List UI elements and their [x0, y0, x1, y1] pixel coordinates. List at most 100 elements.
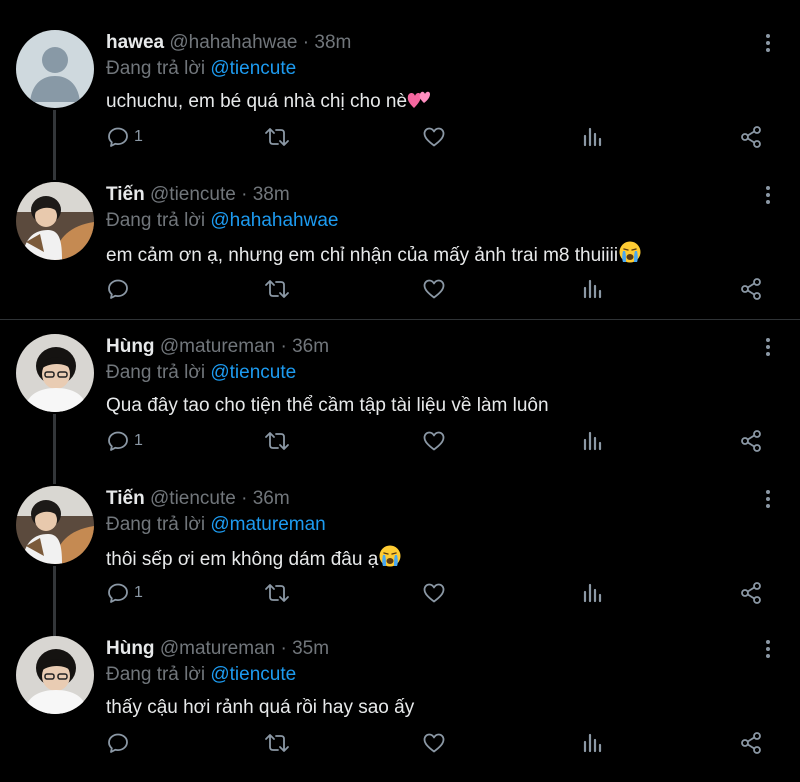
retweet-icon	[265, 734, 289, 752]
timestamp[interactable]: · 35m	[281, 638, 330, 659]
like-icon	[423, 279, 445, 299]
tweet-actions	[0, 726, 800, 760]
reply-count: 1	[134, 128, 143, 145]
replying-to-label: Đang trả lời	[106, 664, 206, 685]
analytics-button[interactable]	[581, 272, 605, 306]
share-button[interactable]	[739, 576, 763, 610]
display-name[interactable]: Hùng	[106, 638, 155, 659]
reply-icon	[108, 583, 128, 603]
tweet-text-content: Qua đây tao cho tiện thể cầm tập tài liệ…	[106, 395, 549, 416]
reply-button[interactable]: 1	[106, 424, 143, 458]
mention-link[interactable]: @tiencute	[210, 58, 296, 79]
avatar[interactable]	[16, 30, 94, 108]
retweet-icon	[265, 584, 289, 602]
tweet[interactable]: Tiến @tiencute · 36m Đang trả lời @matur…	[0, 482, 800, 636]
share-icon	[741, 430, 761, 452]
analytics-icon	[583, 733, 602, 753]
more-options-icon[interactable]	[760, 182, 776, 208]
replying-to-label: Đang trả lời	[106, 58, 206, 79]
display-name[interactable]: hawea	[106, 32, 164, 53]
analytics-button[interactable]	[581, 424, 605, 458]
reply-button[interactable]	[106, 272, 134, 306]
retweet-button[interactable]	[264, 120, 290, 154]
user-handle[interactable]: @matureman	[160, 336, 275, 357]
tweet-text-content: thôi sếp ơi em không dám đâu ạ	[106, 549, 379, 570]
reply-icon	[108, 127, 128, 147]
tweet-header: Tiến @tiencute · 36m	[106, 486, 290, 512]
two-hearts-emoji-icon	[407, 88, 431, 119]
more-options-icon[interactable]	[760, 334, 776, 360]
replying-to: Đang trả lời @matureman	[106, 512, 326, 538]
analytics-button[interactable]	[581, 120, 605, 154]
mention-link[interactable]: @tiencute	[210, 362, 296, 383]
like-button[interactable]	[422, 576, 446, 610]
replying-to: Đang trả lời @hahahahwae	[106, 208, 338, 234]
share-icon	[741, 126, 761, 148]
reply-button[interactable]	[106, 726, 134, 760]
tweet-text: uchuchu, em bé quá nhà chị cho nè	[106, 88, 431, 119]
like-button[interactable]	[422, 120, 446, 154]
like-icon	[423, 583, 445, 603]
analytics-button[interactable]	[581, 726, 605, 760]
retweet-button[interactable]	[264, 272, 290, 306]
analytics-button[interactable]	[581, 576, 605, 610]
user-handle[interactable]: @tiencute	[150, 488, 236, 509]
like-button[interactable]	[422, 424, 446, 458]
timestamp[interactable]: · 36m	[281, 336, 330, 357]
more-options-icon[interactable]	[760, 486, 776, 512]
share-icon	[741, 582, 761, 604]
avatar[interactable]	[16, 486, 94, 564]
tweet-actions	[0, 272, 800, 306]
like-button[interactable]	[422, 726, 446, 760]
like-button[interactable]	[422, 272, 446, 306]
default-avatar-icon	[16, 30, 94, 108]
timestamp[interactable]: · 36m	[241, 488, 290, 509]
share-button[interactable]	[739, 726, 763, 760]
avatar[interactable]	[16, 636, 94, 714]
replying-to: Đang trả lời @tiencute	[106, 56, 296, 82]
reply-button[interactable]: 1	[106, 120, 143, 154]
analytics-icon	[583, 583, 602, 603]
tweet[interactable]: Hùng @matureman · 35m Đang trả lời @tien…	[0, 632, 800, 782]
tweet-actions: 1	[0, 576, 800, 610]
reply-button[interactable]: 1	[106, 576, 143, 610]
timestamp[interactable]: · 38m	[241, 184, 290, 205]
tweet[interactable]: Tiến @tiencute · 38m Đang trả lời @hahah…	[0, 178, 800, 328]
user-handle[interactable]: @matureman	[160, 638, 275, 659]
avatar[interactable]	[16, 334, 94, 412]
reply-icon	[108, 279, 128, 299]
mention-link[interactable]: @hahahahwae	[210, 210, 338, 231]
display-name[interactable]: Tiến	[106, 488, 145, 509]
mention-link[interactable]: @tiencute	[210, 664, 296, 685]
share-button[interactable]	[739, 272, 763, 306]
tweet[interactable]: hawea @hahahahwae · 38m Đang trả lời @ti…	[0, 26, 800, 180]
share-button[interactable]	[739, 424, 763, 458]
tweet[interactable]: Hùng @matureman · 36m Đang trả lời @tien…	[0, 330, 800, 484]
display-name[interactable]: Tiến	[106, 184, 145, 205]
replying-to-label: Đang trả lời	[106, 514, 206, 535]
tweet-actions: 1	[0, 120, 800, 154]
tweet-actions: 1	[0, 424, 800, 458]
like-icon	[423, 431, 445, 451]
timestamp[interactable]: · 38m	[303, 32, 352, 53]
more-options-icon[interactable]	[760, 636, 776, 662]
retweet-button[interactable]	[264, 726, 290, 760]
user-handle[interactable]: @tiencute	[150, 184, 236, 205]
analytics-icon	[583, 127, 602, 147]
crying-face-emoji-icon	[378, 544, 402, 577]
tweet-header: Tiến @tiencute · 38m	[106, 182, 290, 208]
share-icon	[741, 278, 761, 300]
user-handle[interactable]: @hahahahwae	[169, 32, 297, 53]
avatar[interactable]	[16, 182, 94, 260]
tweet-text-content: em cảm ơn ạ, nhưng em chỉ nhận của mấy ả…	[106, 245, 619, 266]
retweet-button[interactable]	[264, 424, 290, 458]
more-options-icon[interactable]	[760, 30, 776, 56]
retweet-button[interactable]	[264, 576, 290, 610]
reply-icon	[108, 431, 128, 451]
display-name[interactable]: Hùng	[106, 336, 155, 357]
share-button[interactable]	[739, 120, 763, 154]
mention-link[interactable]: @matureman	[210, 514, 325, 535]
tweet-text: thấy cậu hơi rảnh quá rồi hay sao ấy	[106, 694, 414, 722]
like-icon	[423, 127, 445, 147]
tweet-text: Qua đây tao cho tiện thể cầm tập tài liệ…	[106, 392, 549, 420]
